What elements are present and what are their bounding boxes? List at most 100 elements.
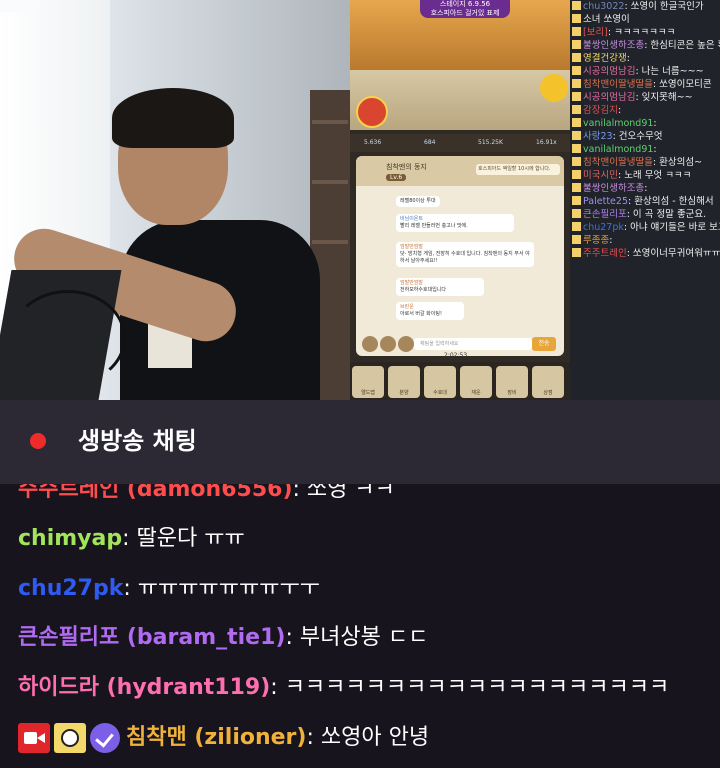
chat-text: ㅠㅠㅠㅠㅠㅠㅠㅜㅜ — [137, 576, 320, 601]
overlay-badge-icon — [572, 1, 581, 10]
emoji-icon[interactable] — [398, 336, 414, 352]
menu-button-label: 장비 — [507, 390, 517, 396]
overlay-chat-line: 큰손필리포: 이 곡 정말 좋군요. — [570, 208, 720, 221]
stage-label: 스테이지 6.9.56 — [439, 0, 491, 8]
overlay-chat-text: 소녀 쏘영이 — [583, 14, 630, 25]
list-icon[interactable] — [380, 336, 396, 352]
overlay-badge-icon — [572, 131, 581, 140]
overlay-chat-nickname: 미국시민 — [583, 170, 618, 181]
chat-message-list[interactable]: 주주트레인 (damon6556): 쏘영 ㅋㅋ chimyap: 딸운다 ㅠㅠ… — [0, 484, 720, 768]
shelf-board — [312, 120, 348, 124]
overlay-chat-text: : 환상의섬~ — [652, 157, 703, 168]
overlay-chat-text: : 잊지못해~~ — [635, 92, 693, 103]
guild-chat-input[interactable]: 채팅을 입력하세요 — [414, 338, 532, 350]
game-screen: 스테이지 6.9.56 호스피아드 걸거있 표제 5.636 684 515.2… — [350, 0, 570, 400]
game-stage-banner: 스테이지 6.9.56 호스피아드 걸거있 표제 — [420, 0, 510, 18]
guild-message-text: 레벨80이상 투대 — [400, 198, 436, 204]
guild-message-text: 전하모하수호대입니다 — [400, 287, 447, 293]
guild-message: 브린운 아로서 버갈 화이팅! — [396, 302, 464, 320]
player-avatar-icon[interactable] — [356, 96, 388, 128]
guild-message-author: 브린운 — [400, 304, 414, 310]
overlay-chat-nickname: 감장김지 — [583, 105, 618, 116]
overlay-chat-text: : — [617, 105, 622, 116]
overlay-chat-text: : 쏘영이모티콘 — [652, 79, 712, 90]
chat-text: ㅋㅋㅋㅋㅋㅋㅋㅋㅋㅋㅋㅋㅋㅋㅋㅋㅋㅋㅋ — [284, 675, 670, 700]
menu-button-guardians[interactable]: 수호대 — [424, 366, 456, 398]
chat-separator: : — [123, 576, 138, 601]
overlay-chat-text: : 이 곡 정말 좋군요. — [626, 209, 707, 220]
chat-message: 큰손필리포 (baram_tie1): 부녀상봉 ㄷㄷ — [18, 623, 428, 653]
overlay-chat-nickname: vanilalmond91 — [583, 118, 654, 129]
chat-text: 딸운다 ㅠㅠ — [136, 526, 245, 551]
overlay-chat-line: 영결건강쟁: — [570, 52, 720, 65]
menu-button-map[interactable]: 엘드맵 — [352, 366, 384, 398]
overlay-chat-line: 미국시민: 노래 무엇 ㅋㅋㅋ — [570, 169, 720, 182]
overlay-chat-nickname: 불쌍인생하조총 — [583, 40, 645, 51]
overlay-chat-nickname: Palette25 — [583, 196, 628, 207]
overlay-chat-line: 주주트레인: 쏘영이너무귀여워ㅠㅠ지구뿌서 — [570, 247, 720, 260]
guild-send-button[interactable]: 전송 — [532, 337, 556, 351]
chat-nickname[interactable]: 하이드라 (hydrant119) — [18, 675, 270, 700]
menu-button-equip[interactable]: 장비 — [496, 366, 528, 398]
menu-button-label: 재운 — [471, 390, 481, 396]
overlay-chat-nickname: 시공의멈남김 — [583, 66, 636, 77]
chat-nickname[interactable]: chimyap — [18, 526, 122, 551]
overlay-badge-icon — [572, 144, 581, 153]
overlay-chat-nickname: vanilalmond91 — [583, 144, 654, 155]
overlay-badge-icon — [572, 27, 581, 36]
guild-message-author: 엄말만엄말 — [400, 280, 424, 286]
guild-message-author: 비님이온트 — [400, 216, 424, 222]
ceiling-light — [0, 0, 40, 12]
overlay-chat-text: : 환상의섬 - 한심해서 — [628, 196, 714, 207]
overlay-chat-line: [보리]: ㅋㅋㅋㅋㅋㅋㅋ — [570, 26, 720, 39]
chat-nickname[interactable]: 침착맨 (zilioner) — [126, 725, 306, 750]
guild-name: 침착맨의 동지 — [386, 163, 427, 171]
streamer-hair — [112, 88, 234, 148]
menu-button-shop[interactable]: 상점 — [532, 366, 564, 398]
overlay-badge-icon — [572, 157, 581, 166]
overlay-chat-nickname: 사랑23 — [583, 131, 613, 142]
chat-separator: : — [122, 526, 137, 551]
overlay-chat-nickname: 침착맨이딸냉딸을 — [583, 79, 653, 90]
guild-message: 비님이온트 빨리 레벨 만들러먼 충고나 맛에. — [396, 214, 514, 232]
overlay-chat-nickname: 침착맨이딸냉딸을 — [583, 157, 653, 168]
close-icon[interactable] — [362, 336, 378, 352]
overlay-chat-text: : — [609, 235, 613, 246]
overlay-badge-icon — [572, 118, 581, 127]
live-chat-title: 생방송 채팅 — [78, 427, 197, 455]
overlay-chat-text: : 나는 너름~~~ — [635, 66, 704, 77]
chat-text: 부녀상봉 ㄷㄷ — [299, 625, 429, 650]
guild-level: Lv.6 — [386, 174, 407, 181]
overlay-chat-line: 감장김지: — [570, 104, 720, 117]
overlay-badge-icon — [572, 196, 581, 205]
guild-message-author: 엄말만엄말 — [400, 244, 424, 250]
overlay-chat-line: 시공의멈남김: 나는 너름~~~ — [570, 65, 720, 78]
menu-button-adopt[interactable]: 분양 — [388, 366, 420, 398]
overlay-chat-nickname: 루종종 — [583, 235, 610, 246]
overlay-chat-text: : 아냐 얘기들은 바로 보고 배우니까 쏘영이일수도 — [623, 222, 720, 233]
guild-message-text: 빨리 레벨 만들러먼 충고나 맛에. — [400, 223, 468, 229]
overlay-badge-icon — [572, 79, 581, 88]
overlay-chat-text: : 노래 무엇 ㅋㅋㅋ — [617, 170, 692, 181]
chat-nickname[interactable]: 주주트레인 (damon6556) — [18, 484, 293, 502]
overlay-chat-line: 불쌍인생하조총: — [570, 182, 720, 195]
overlay-chat-text: : — [653, 144, 657, 155]
chat-nickname[interactable]: 큰손필리포 (baram_tie1) — [18, 625, 285, 650]
overlay-chat-nickname: [보리] — [583, 27, 608, 38]
overlay-chat-nickname: chu3022 — [583, 1, 625, 12]
chat-separator: : — [285, 625, 300, 650]
guild-panel-header: 침착맨의 동지 Lv.6 호스피아드 액일할 10시에 합니다. — [356, 156, 564, 186]
overlay-chat-nickname: 불쌍인생하조총 — [583, 183, 645, 194]
chat-message: 침착맨 (zilioner): 쏘영아 안녕 — [18, 723, 429, 753]
chat-nickname[interactable]: chu27pk — [18, 576, 123, 601]
overlay-chat-line: vanilalmond91: — [570, 117, 720, 130]
menu-button-fortune[interactable]: 재운 — [460, 366, 492, 398]
stream-view: 스테이지 6.9.56 호스피아드 걸거있 표제 5.636 684 515.2… — [0, 0, 720, 400]
chat-separator: : — [270, 675, 285, 700]
resource-bar: 5.636 684 515.25K 16.91x — [350, 134, 570, 152]
overlay-badge-icon — [572, 170, 581, 179]
overlay-badge-icon — [572, 14, 581, 23]
overlay-badge-icon — [572, 248, 581, 257]
guild-chat-panel: 침착맨의 동지 Lv.6 호스피아드 액일할 10시에 합니다. 레벨80이상 … — [356, 156, 564, 359]
coin-value: 515.25K — [478, 139, 503, 146]
